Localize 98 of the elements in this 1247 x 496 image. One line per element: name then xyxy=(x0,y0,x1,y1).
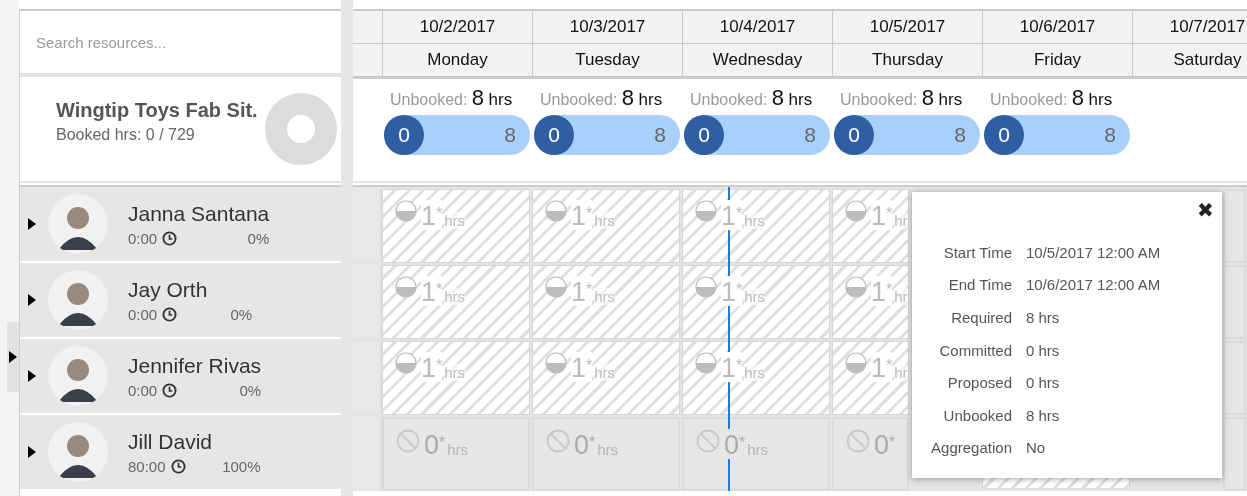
utilization-percent: 0% xyxy=(246,229,270,247)
date-header: 10/5/2017 xyxy=(832,11,982,44)
booked-time: 80:00 xyxy=(128,457,166,475)
booking-cell[interactable]: 1$^{*}$hrs xyxy=(382,265,530,339)
hours-unit: hr xyxy=(894,212,908,229)
resource-name: Janna Santana xyxy=(128,201,270,226)
hours-unit: hrs xyxy=(594,212,616,229)
close-button[interactable]: ✖ xyxy=(1197,198,1214,222)
hours-unit: hrs xyxy=(744,212,766,229)
utilization-percent: 0% xyxy=(238,381,262,399)
hours-unit: hrs xyxy=(744,288,766,305)
hours-unit: hrs xyxy=(594,288,616,305)
detail-label: Committed xyxy=(938,341,1012,359)
hours-value: 1$^{*}$ xyxy=(721,200,743,230)
hours-value: 1$^{*}$ xyxy=(721,276,743,306)
day-header: Wednesday xyxy=(682,44,832,77)
hours-unit: hrs xyxy=(744,364,766,381)
detail-label: Aggregation xyxy=(930,439,1012,457)
unbooked-hours: Unbooked: 8 hrs xyxy=(689,85,814,111)
day-header: Friday xyxy=(982,44,1132,77)
detail-label: Required xyxy=(950,309,1012,326)
booked-time: 0:00 xyxy=(128,381,158,399)
booked-time: 0:00 xyxy=(128,229,158,247)
hours-unit: hrs xyxy=(594,364,616,381)
booked-count: 0 xyxy=(834,115,874,155)
hours-value: 1$^{*}$ xyxy=(871,200,893,230)
date-header: 10/6/2017 xyxy=(982,11,1132,44)
booking-cell[interactable]: 1$^{*}$hrs xyxy=(532,189,680,263)
booked-count: 0 xyxy=(384,115,424,155)
booking-cell[interactable]: 1$^{*}$hrs xyxy=(532,341,680,415)
booking-cell[interactable]: 1$^{*}$hrs xyxy=(532,265,680,339)
capacity-count: 8 xyxy=(654,123,666,147)
date-header: 10/4/2017 xyxy=(682,11,832,44)
hours-value: 1$^{*}$ xyxy=(871,276,893,306)
hours-value: 1$^{*}$ xyxy=(421,200,443,230)
booked-count: 0 xyxy=(984,115,1024,155)
site-title: Wingtip Toys Fab Sit. xyxy=(56,98,258,122)
day-header: Thursday xyxy=(832,44,982,77)
booking-cell[interactable]: 1$^{*}$hrs xyxy=(682,189,830,263)
resource-row[interactable]: Jill David 80:00 100% xyxy=(20,415,341,491)
detail-value: 0 hrs xyxy=(1026,341,1061,359)
utilization-percent: 100% xyxy=(221,457,261,475)
unbooked-hours: Unbooked: 8 hrs xyxy=(389,85,514,111)
detail-value: 10/6/2017 12:00 AM xyxy=(1026,276,1162,294)
utilization-percent: 0% xyxy=(229,305,253,323)
hours-unit: hrs xyxy=(444,288,466,305)
booking-cell[interactable]: 0$^{*}$ xyxy=(832,417,909,491)
booked-time: 0:00 xyxy=(128,305,158,323)
detail-value: 0 hrs xyxy=(1026,374,1061,392)
booking-cell[interactable]: 1$^{*}$hrs xyxy=(682,341,830,415)
hours-value: 0$^{*}$ xyxy=(724,429,746,459)
resource-name: Jay Orth xyxy=(128,277,209,302)
hours-value: 1$^{*}$ xyxy=(571,276,593,306)
detail-label: Proposed xyxy=(946,374,1012,392)
day-header: Monday xyxy=(382,44,532,77)
date-header: 10/3/2017 xyxy=(532,11,682,44)
detail-value: 8 hrs xyxy=(1026,309,1061,326)
resource-name: Jennifer Rivas xyxy=(128,353,262,378)
unbooked-hours: Unbooked: 8 hrs xyxy=(989,85,1114,111)
date-header: 10/7/2017 xyxy=(1132,11,1247,44)
resource-name: Jill David xyxy=(128,429,214,454)
hours-value: 1$^{*}$ xyxy=(571,200,593,230)
booked-count: 0 xyxy=(684,115,724,155)
capacity-count: 8 xyxy=(954,123,966,147)
hours-value: 1$^{*}$ xyxy=(571,352,593,382)
date-header: 10/2/2017 xyxy=(382,11,532,44)
hours-value: 1$^{*}$ xyxy=(421,276,443,306)
booking-cell[interactable]: 1$^{*}$hr xyxy=(832,341,909,415)
hours-unit: hrs xyxy=(444,364,466,381)
unbooked-hours: Unbooked: 8 hrs xyxy=(839,85,964,111)
resource-row[interactable]: Jay Orth 0:00 0% xyxy=(20,263,341,339)
resource-row[interactable]: Jennifer Rivas 0:00 0% xyxy=(20,339,341,415)
day-header: Saturday xyxy=(1132,44,1247,77)
detail-value: 10/5/2017 12:00 AM xyxy=(1026,243,1162,261)
hours-unit: hr xyxy=(894,288,908,305)
capacity-count: 8 xyxy=(504,123,516,147)
detail-label: Start Time xyxy=(942,243,1012,261)
capacity-count: 8 xyxy=(804,123,816,147)
booked-hours: Booked hrs: 0 / 729 xyxy=(56,125,196,144)
detail-value: No xyxy=(1026,439,1047,457)
booking-cell[interactable]: 1$^{*}$hrs xyxy=(682,265,830,339)
booking-cell[interactable]: 1$^{*}$hr xyxy=(832,265,909,339)
hours-value: 1$^{*}$ xyxy=(871,352,893,382)
detail-value: 8 hrs xyxy=(1026,406,1061,424)
day-header: Tuesday xyxy=(532,44,682,77)
hours-unit: hrs xyxy=(444,212,466,229)
capacity-count: 8 xyxy=(1104,123,1116,147)
hours-value: 1$^{*}$ xyxy=(421,352,443,382)
hours-value: 1$^{*}$ xyxy=(721,352,743,382)
booked-count: 0 xyxy=(534,115,574,155)
detail-label: End Time xyxy=(947,276,1012,294)
booking-cell[interactable]: 1$^{*}$hrs xyxy=(382,189,530,263)
booking-cell[interactable]: 1$^{*}$hrs xyxy=(382,341,530,415)
resource-row[interactable]: Janna Santana 0:00 0% xyxy=(20,187,341,263)
hours-unit: hr xyxy=(894,364,908,381)
booking-cell[interactable]: 1$^{*}$hr xyxy=(832,189,909,263)
detail-label: Unbooked xyxy=(942,406,1012,424)
unbooked-hours: Unbooked: 8 hrs xyxy=(539,85,664,111)
